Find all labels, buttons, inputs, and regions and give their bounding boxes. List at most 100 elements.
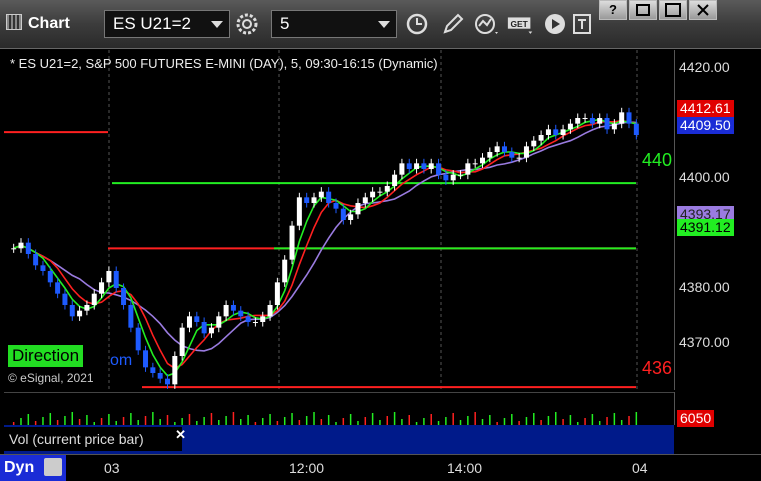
time-tick: 04: [632, 460, 648, 476]
candle-body: [47, 271, 53, 283]
maximize-button[interactable]: [659, 0, 687, 20]
candle-body: [282, 259, 288, 283]
candle-body: [172, 356, 178, 385]
purple-average-line: [13, 121, 637, 352]
close-button[interactable]: [689, 0, 717, 20]
restore-button[interactable]: [629, 0, 657, 20]
price-chart[interactable]: [4, 50, 674, 390]
candle-body: [296, 197, 302, 226]
candle-body: [311, 197, 317, 203]
candle-body: [443, 174, 449, 181]
candle-body: [84, 305, 90, 311]
get-button[interactable]: GET: [506, 10, 538, 38]
price-pane[interactable]: * ES U21=2, S&P 500 FUTURES E-MINI (DAY)…: [4, 50, 674, 390]
studies-button[interactable]: [472, 10, 502, 38]
draw-tools-button[interactable]: [438, 10, 468, 38]
candle-body: [165, 378, 170, 385]
volume-axis: 6050: [674, 392, 761, 427]
clock-icon: [406, 13, 428, 35]
play-button[interactable]: [540, 10, 570, 38]
direction-label: Direction: [8, 345, 84, 367]
candle-body: [523, 146, 529, 158]
candle-body: [604, 118, 610, 130]
candle-body: [560, 129, 566, 135]
copyright: © eSignal, 2021: [8, 371, 94, 385]
red-line-label: 436: [642, 358, 673, 378]
candle-body: [633, 123, 639, 135]
volume-chart: [12, 412, 638, 426]
candle-body: [99, 282, 105, 294]
window-title: Chart: [6, 14, 70, 33]
get-icon: GET: [507, 17, 533, 34]
candle-body: [201, 322, 207, 334]
price-axis[interactable]: 4420.00 4412.61 4409.50 4400.00 4393.17 …: [674, 50, 761, 390]
candle-body: [487, 152, 493, 158]
candle-body: [516, 157, 522, 159]
candle-body: [91, 293, 97, 305]
time-template-button[interactable]: [402, 10, 432, 38]
candle-body: [465, 163, 471, 175]
gear-icon: [236, 13, 258, 35]
text-tool-button[interactable]: [568, 10, 598, 38]
symbol-settings-button[interactable]: [232, 10, 262, 38]
candle-body: [611, 123, 617, 130]
candle-body: [318, 191, 324, 198]
candle-body: [33, 254, 39, 266]
candle-body: [267, 305, 273, 317]
price-tag-green: 4391.12: [677, 219, 734, 236]
candle-body: [113, 271, 119, 288]
pencil-icon: [443, 13, 464, 34]
candle-body: [626, 112, 632, 124]
candle-body: [399, 163, 405, 175]
candle-body: [150, 367, 156, 373]
candle-body: [121, 288, 127, 305]
symbol-value: ES U21=2: [113, 14, 191, 33]
candle-body: [128, 305, 134, 328]
time-tick: 14:00: [447, 460, 483, 476]
candle-body: [575, 118, 581, 124]
candle-body: [567, 123, 573, 130]
volume-pane[interactable]: [4, 392, 674, 426]
candle-body: [230, 305, 236, 311]
time-tick: 03: [104, 460, 120, 476]
candle-body: [406, 163, 412, 169]
close-study-icon[interactable]: ✕: [175, 427, 186, 443]
candle-body: [414, 163, 420, 169]
interval-value: 5: [280, 14, 290, 33]
time-tick: 12:00: [289, 460, 325, 476]
volume-tag: 6050: [677, 410, 715, 427]
partial-label: om: [110, 352, 133, 369]
candle-body: [25, 242, 31, 254]
symbol-combo[interactable]: ES U21=2: [104, 10, 230, 38]
candle-body: [135, 327, 141, 351]
candle-body: [304, 197, 310, 203]
volume-study-label[interactable]: Vol (current price bar) ✕: [4, 427, 186, 451]
maximize-icon: [665, 3, 681, 17]
candle-body: [326, 191, 332, 203]
candle-body: [18, 242, 24, 249]
candle-body: [494, 146, 500, 152]
candle-body: [238, 310, 244, 317]
price-tick: 4370.00: [679, 334, 730, 350]
candle-body: [582, 118, 588, 119]
dynamic-button[interactable]: Dyn: [0, 455, 66, 481]
price-tick: 4420.00: [679, 59, 730, 75]
candle-body: [77, 310, 83, 317]
svg-text:GET: GET: [510, 19, 528, 29]
lock-icon: [44, 458, 62, 476]
chevron-down-icon: [211, 21, 223, 28]
study-icon: [475, 14, 498, 34]
text-icon: [573, 14, 591, 34]
interval-combo[interactable]: 5: [271, 10, 397, 38]
candle-body: [55, 282, 61, 294]
candle-body: [392, 174, 398, 186]
candle-body: [362, 197, 368, 203]
candle-body: [480, 157, 485, 164]
help-button[interactable]: ?: [599, 0, 627, 20]
candle-body: [340, 208, 346, 220]
candle-body: [40, 265, 46, 271]
time-axis[interactable]: Dyn 03 12:00 14:00 04: [0, 454, 761, 481]
candle-body: [289, 225, 295, 260]
chart-legend: * ES U21=2, S&P 500 FUTURES E-MINI (DAY)…: [10, 56, 438, 71]
candle-body: [69, 305, 75, 317]
